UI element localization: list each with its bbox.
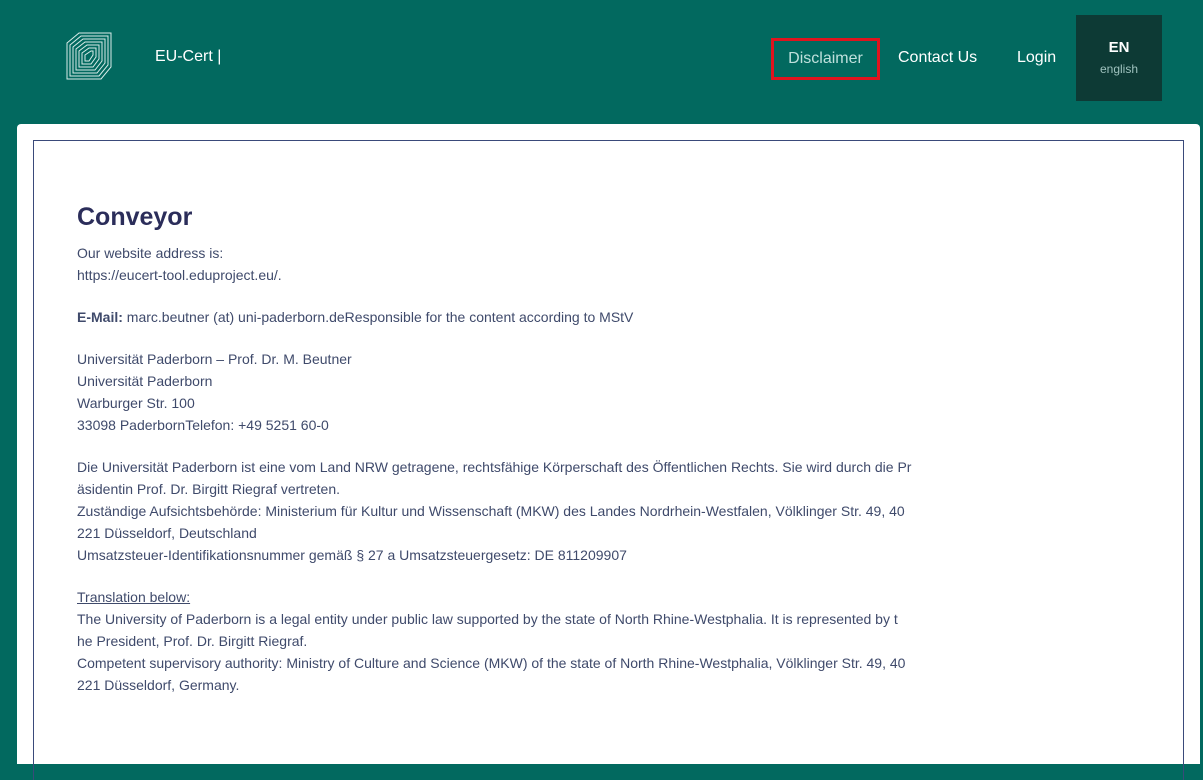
german-line: Umsatzsteuer-Identifikationsnummer gemäß…	[77, 547, 627, 563]
english-legal-paragraph: Translation below: The University of Pad…	[77, 586, 1183, 696]
english-line: he President, Prof. Dr. Birgitt Riegraf.	[77, 633, 308, 649]
address-paragraph: Universität Paderborn – Prof. Dr. M. Beu…	[77, 348, 1183, 436]
header-bar: EU-Cert | Disclaimer Contact Us Login EN…	[0, 0, 1203, 124]
nav-disclaimer-label: Disclaimer	[788, 50, 863, 67]
language-code: EN	[1108, 39, 1130, 56]
page-title: Conveyor	[77, 203, 193, 231]
nav-login-link[interactable]: Login	[1017, 49, 1056, 67]
content-frame: Conveyor Our website address is: https:/…	[33, 140, 1184, 780]
address-line: 33098 PaderbornTelefon: +49 5251 60-0	[77, 417, 329, 433]
brand-name[interactable]: EU-Cert |	[155, 48, 221, 66]
address-line: Universität Paderborn	[77, 373, 213, 389]
email-text: marc.beutner (at) uni-paderborn.deRespon…	[122, 309, 634, 325]
content-card: Conveyor Our website address is: https:/…	[17, 124, 1200, 780]
website-paragraph: Our website address is: https://eucert-t…	[77, 242, 1183, 286]
translation-label: Translation below:	[77, 589, 191, 605]
address-line: Universität Paderborn – Prof. Dr. M. Beu…	[77, 351, 352, 367]
english-line: The University of Paderborn is a legal e…	[77, 611, 898, 627]
language-selector[interactable]: EN english	[1076, 15, 1162, 101]
german-line: äsidentin Prof. Dr. Birgitt Riegraf vert…	[77, 481, 340, 497]
email-paragraph: E-Mail: marc.beutner (at) uni-paderborn.…	[77, 306, 1183, 328]
english-line: 221 Düsseldorf, Germany.	[77, 677, 240, 693]
address-line: Warburger Str. 100	[77, 395, 195, 411]
nav-contact-link[interactable]: Contact Us	[898, 49, 977, 67]
english-line: Competent supervisory authority: Ministr…	[77, 655, 906, 671]
eu-cert-logo-icon[interactable]	[63, 29, 117, 83]
website-url: https://eucert-tool.eduproject.eu/.	[77, 267, 282, 283]
website-line: Our website address is:	[77, 245, 224, 261]
nav-disclaimer-link[interactable]: Disclaimer	[771, 38, 880, 80]
german-line: Die Universität Paderborn ist eine vom L…	[77, 459, 912, 475]
email-label: E-Mail:	[77, 309, 123, 325]
german-line: Zuständige Aufsichtsbehörde: Ministerium…	[77, 503, 905, 519]
german-line: 221 Düsseldorf, Deutschland	[77, 525, 257, 541]
language-name: english	[1099, 62, 1139, 76]
german-legal-paragraph: Die Universität Paderborn ist eine vom L…	[77, 456, 1183, 566]
